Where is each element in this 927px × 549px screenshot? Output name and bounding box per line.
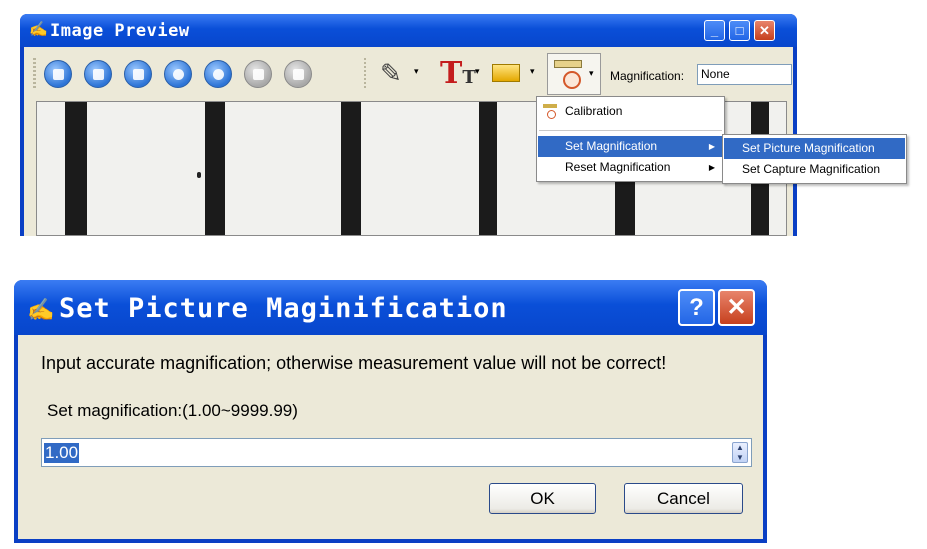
close-icon: ✕: [726, 294, 747, 321]
open-icon[interactable]: [84, 60, 112, 88]
text-icon[interactable]: TT: [440, 56, 476, 91]
next-icon[interactable]: [204, 60, 232, 88]
microscope-icon: ✍: [29, 21, 48, 38]
menu-item-calibration[interactable]: Calibration: [538, 101, 723, 122]
menu-item-set-capture-magnification[interactable]: Set Capture Magnification: [724, 159, 905, 180]
magnification-input[interactable]: 1.00 ▲ ▼: [41, 438, 752, 467]
dialog-client-area: Input accurate magnification; otherwise …: [18, 335, 763, 539]
chevron-down-icon[interactable]: ▾: [530, 66, 535, 77]
dial-icon: [563, 71, 581, 89]
window-title: Image Preview: [50, 21, 190, 41]
spin-down-icon[interactable]: ▼: [736, 454, 744, 462]
close-icon: ✕: [759, 23, 770, 38]
maximize-button[interactable]: □: [729, 20, 750, 41]
chevron-down-icon: ▾: [589, 68, 594, 78]
magnification-field[interactable]: None: [697, 64, 792, 85]
submenu-arrow-icon: ▶: [708, 163, 715, 172]
toolbar-separator: [364, 58, 366, 90]
range-label: Set magnification:(1.00~9999.99): [47, 401, 298, 420]
ruler-button[interactable]: ▾: [547, 53, 601, 95]
print-icon[interactable]: [124, 60, 152, 88]
warning-message: Input accurate magnification; otherwise …: [41, 353, 667, 373]
close-button[interactable]: ✕: [754, 20, 775, 41]
menu-item-reset-magnification[interactable]: Reset Magnification ▶: [538, 157, 723, 178]
set-magnification-submenu: Set Picture Magnification Set Capture Ma…: [722, 134, 907, 184]
ruler-mark: [65, 102, 87, 235]
help-icon: ?: [689, 294, 704, 321]
ruler-mark: [479, 102, 497, 235]
minimize-button[interactable]: _: [704, 20, 725, 41]
spinner-control[interactable]: ▲ ▼: [732, 442, 748, 463]
cancel-button[interactable]: Cancel: [624, 483, 743, 514]
dialog-title: Set Picture Maginification: [59, 293, 508, 324]
image-speck: [197, 172, 201, 178]
minimize-icon: _: [710, 23, 719, 38]
magnification-value[interactable]: 1.00: [44, 443, 80, 463]
ruler-icon: [543, 104, 557, 119]
spin-up-icon[interactable]: ▲: [736, 444, 744, 452]
toolbar-grip[interactable]: [33, 58, 36, 90]
chevron-down-icon[interactable]: ▾: [475, 66, 480, 77]
ruler-mark: [341, 102, 361, 235]
menu-separator: [539, 130, 722, 131]
pencil-icon[interactable]: ✎: [380, 58, 402, 89]
dialog-title-bar[interactable]: ✍ Set Picture Maginification ? ✕: [14, 280, 767, 335]
magnification-label: Magnification:: [610, 69, 685, 83]
ok-button[interactable]: OK: [489, 483, 596, 514]
dialog-close-button[interactable]: ✕: [718, 289, 755, 326]
ruler-mark: [205, 102, 225, 235]
set-picture-magnification-dialog: ✍ Set Picture Maginification ? ✕ Input a…: [14, 280, 767, 543]
maximize-icon: □: [735, 23, 744, 38]
save-icon[interactable]: [44, 60, 72, 88]
redo-icon[interactable]: [284, 60, 312, 88]
title-bar[interactable]: ✍ Image Preview _ □ ✕: [20, 14, 797, 47]
microscope-icon: ✍: [27, 297, 55, 322]
undo-icon[interactable]: [244, 60, 272, 88]
submenu-arrow-icon: ▶: [708, 142, 715, 151]
toolbar: ✎ ▾ TT ▾ ▾ ▾ Magnification: None: [30, 52, 792, 96]
chevron-down-icon[interactable]: ▾: [414, 66, 419, 77]
label-icon[interactable]: [492, 64, 520, 82]
ruler-icon: [554, 60, 582, 68]
menu-item-set-magnification[interactable]: Set Magnification ▶: [538, 136, 723, 157]
previous-icon[interactable]: [164, 60, 192, 88]
menu-item-set-picture-magnification[interactable]: Set Picture Magnification: [724, 138, 905, 159]
help-button[interactable]: ?: [678, 289, 715, 326]
magnification-menu: Calibration Set Magnification ▶ Reset Mag…: [536, 96, 725, 182]
